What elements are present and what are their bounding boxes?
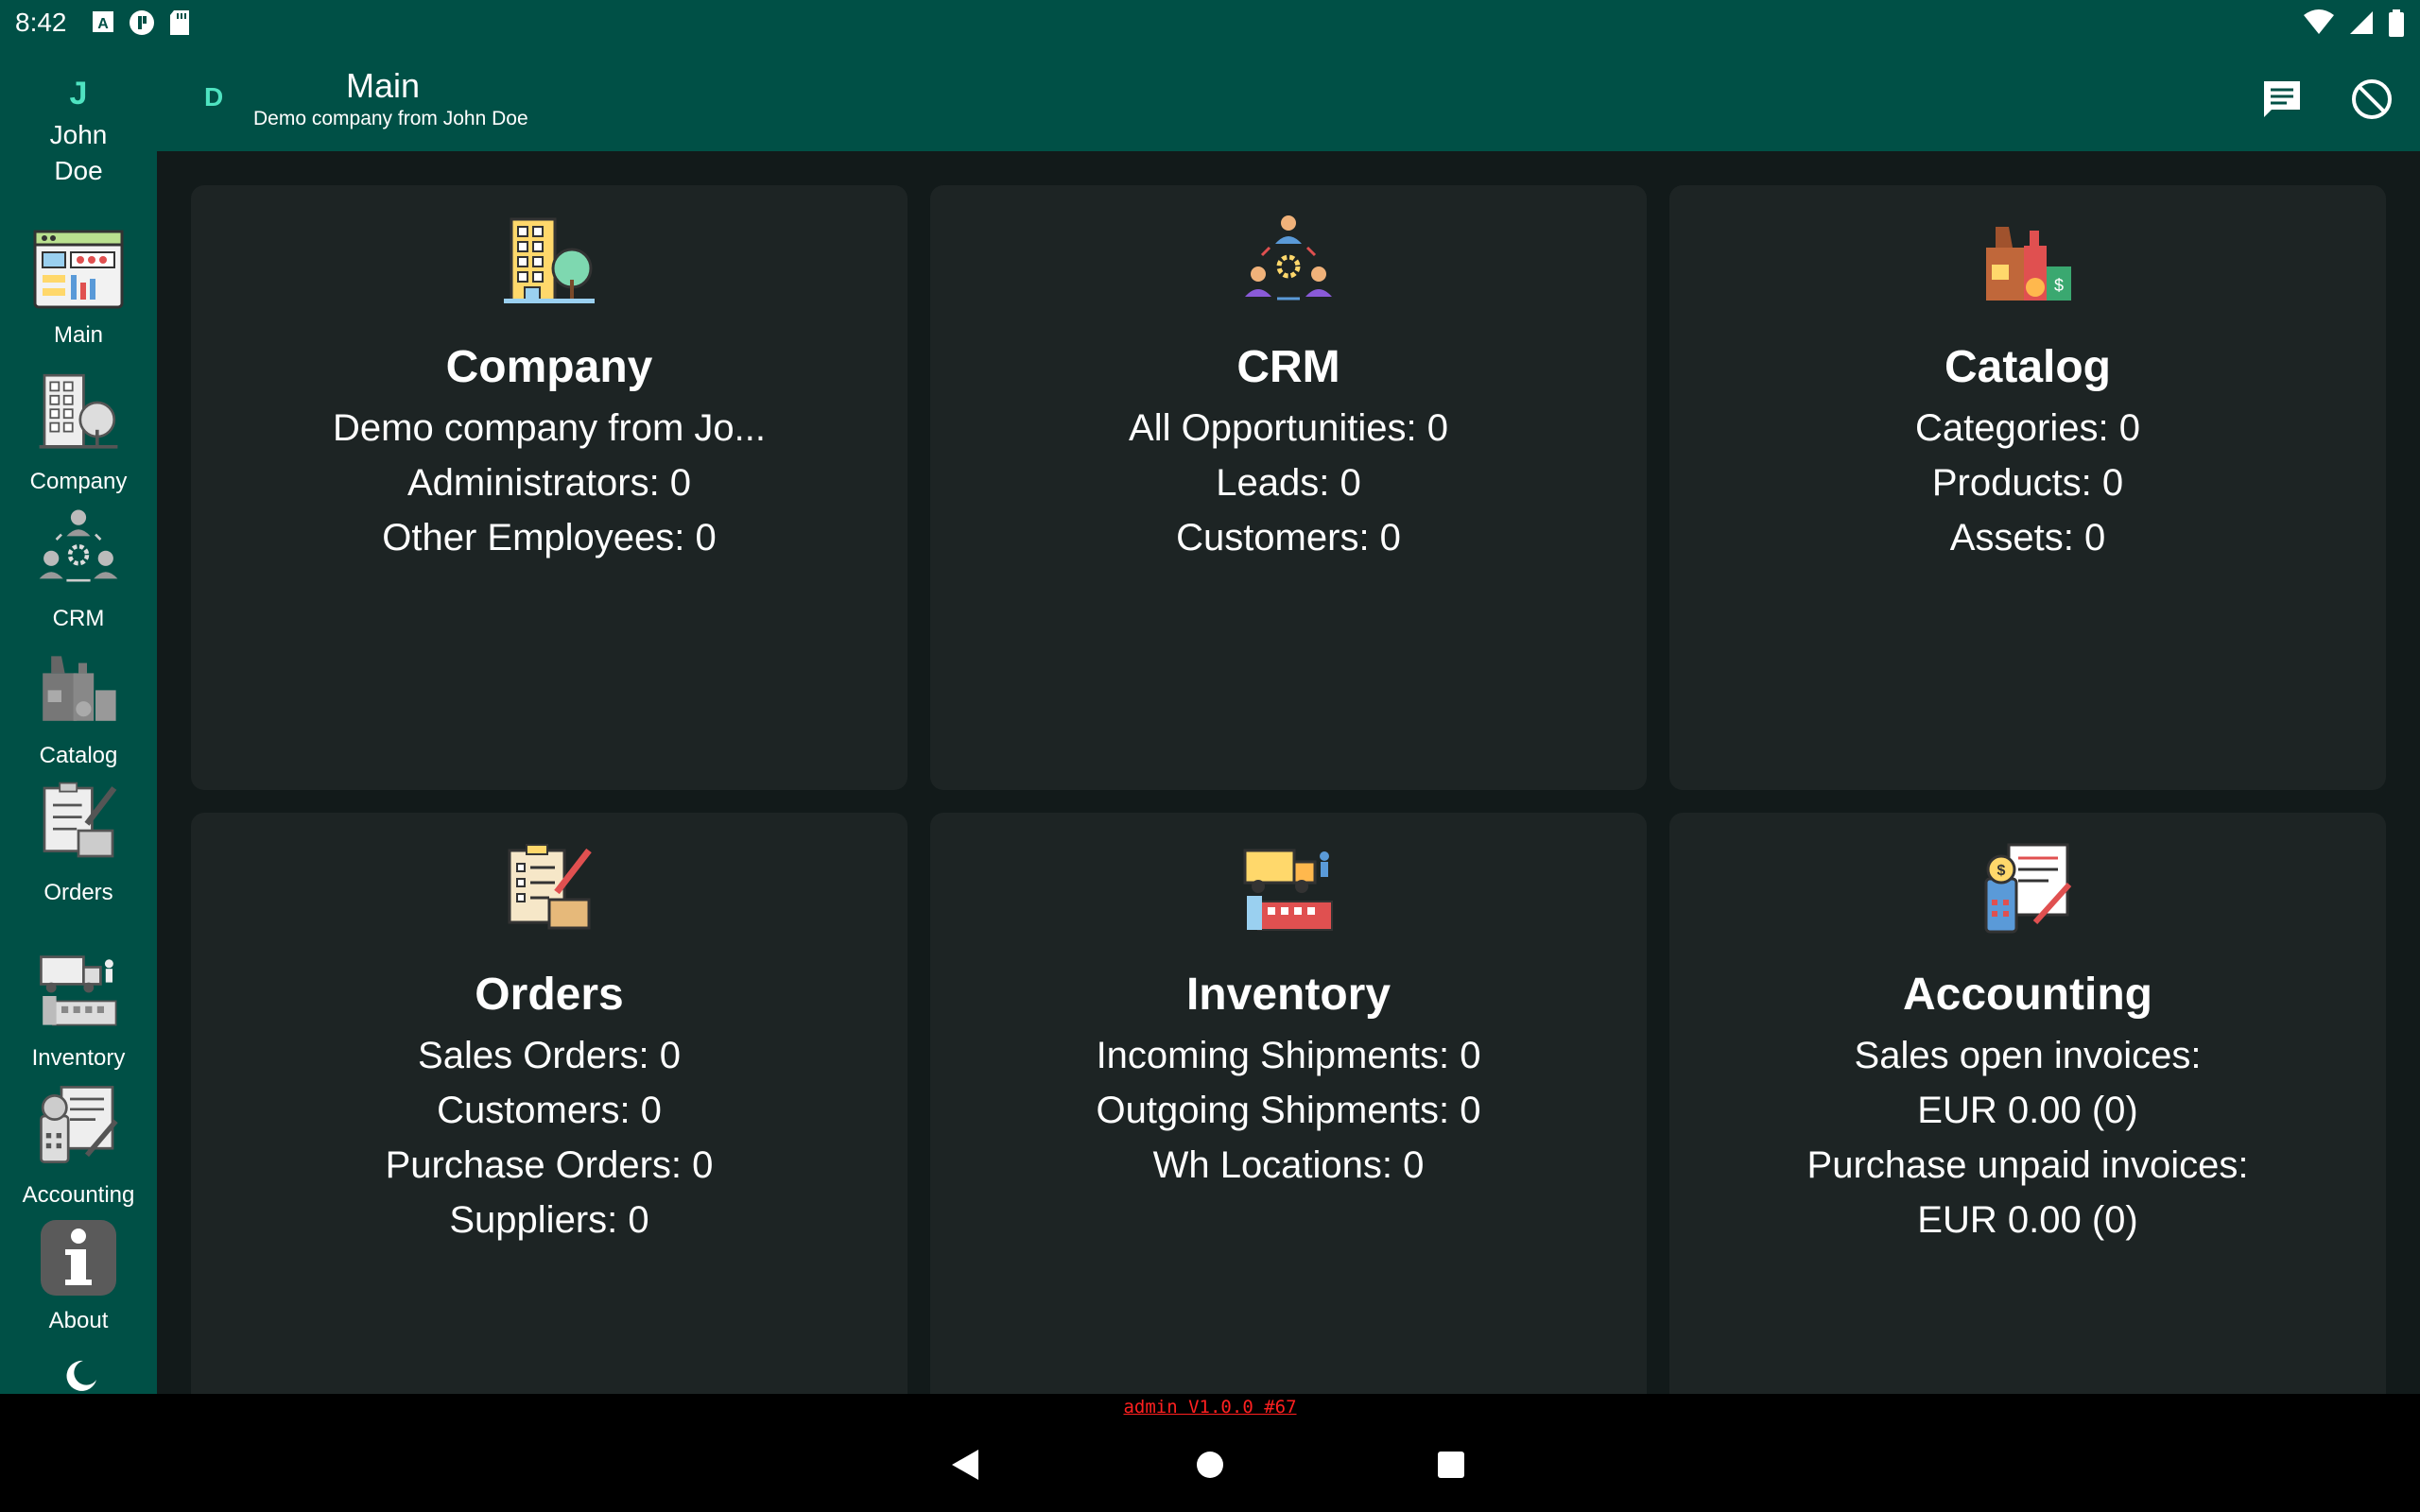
purchase-unpaid-invoices-value: EUR 0.00 (0)	[1917, 1199, 2138, 1241]
sidebar-item-main[interactable]: Main	[0, 222, 157, 349]
orders-icon	[31, 780, 126, 874]
sidebar-item-label: Accounting	[22, 1182, 135, 1208]
sidebar-item-label: Catalog	[39, 743, 118, 768]
user-initial: J	[69, 76, 88, 112]
catalog-icon	[31, 643, 126, 737]
crm-icon	[1241, 214, 1336, 308]
customers-count: Customers: 0	[1176, 517, 1401, 558]
sidebar-item-label: About	[48, 1308, 109, 1333]
sidebar-item-crm[interactable]: CRM	[0, 506, 157, 632]
card-company[interactable]: Company Demo company from Jo... Administ…	[191, 185, 908, 790]
employees-count: Other Employees: 0	[382, 517, 717, 558]
card-title: Orders	[475, 970, 624, 1020]
assets-count: Assets: 0	[1949, 517, 2106, 558]
wifi-icon	[2303, 9, 2335, 43]
purchase-orders-count: Purchase Orders: 0	[385, 1144, 714, 1186]
sales-orders-count: Sales Orders: 0	[418, 1035, 681, 1076]
company-name-line: Demo company from Jo...	[333, 407, 766, 449]
sales-open-invoices-label: Sales open invoices:	[1854, 1035, 2202, 1076]
recents-icon[interactable]	[1437, 1451, 1465, 1479]
building-icon	[502, 214, 596, 308]
sidebar: J John Doe Main Company CRM Catalog Orde…	[0, 47, 157, 1394]
status-bar: 8:42 A	[0, 0, 2420, 47]
sidebar-item-label: Company	[29, 469, 128, 494]
crm-icon	[31, 506, 126, 600]
battery-icon	[2388, 9, 2405, 43]
inventory-icon	[1241, 841, 1336, 936]
incoming-shipments-count: Incoming Shipments: 0	[1096, 1035, 1481, 1076]
administrators-count: Administrators: 0	[406, 462, 692, 504]
sidebar-item-orders[interactable]: Orders	[0, 780, 157, 906]
user-profile[interactable]: J John Doe	[0, 76, 157, 186]
sidebar-item-label: CRM	[52, 606, 105, 631]
building-icon	[31, 369, 126, 463]
sidebar-item-accounting[interactable]: Accounting	[0, 1082, 157, 1209]
sidebar-item-label: Orders	[43, 880, 113, 905]
card-catalog[interactable]: $ Catalog Categories: 0 Products: 0 Asse…	[1669, 185, 2386, 790]
suppliers-count: Suppliers: 0	[449, 1199, 649, 1241]
dashboard-grid: Company Demo company from Jo... Administ…	[157, 151, 2420, 1394]
info-icon	[40, 1219, 117, 1297]
company-initial[interactable]: D	[204, 82, 223, 112]
sidebar-item-inventory[interactable]: Inventory	[0, 945, 157, 1072]
wh-locations-count: Wh Locations: 0	[1152, 1144, 1425, 1186]
dashboard-icon	[31, 222, 126, 317]
page-title: Main	[346, 66, 421, 105]
notification-p-icon	[129, 9, 155, 41]
sd-card-icon	[168, 9, 191, 41]
card-orders[interactable]: Orders Sales Orders: 0 Customers: 0 Purc…	[191, 813, 908, 1394]
orders-icon	[502, 841, 596, 936]
outgoing-shipments-count: Outgoing Shipments: 0	[1096, 1090, 1481, 1131]
sidebar-item-company[interactable]: Company	[0, 369, 157, 495]
card-inventory[interactable]: Inventory Incoming Shipments: 0 Outgoing…	[930, 813, 1647, 1394]
svg-text:A: A	[97, 16, 109, 32]
card-accounting[interactable]: $ Accounting Sales open invoices: EUR 0.…	[1669, 813, 2386, 1394]
user-name-last: Doe	[54, 156, 103, 185]
logout-icon[interactable]	[2350, 77, 2394, 121]
home-icon[interactable]	[1196, 1451, 1224, 1479]
sidebar-item-catalog[interactable]: Catalog	[0, 643, 157, 769]
accounting-icon: $	[1980, 841, 2075, 936]
categories-count: Categories: 0	[1915, 407, 2140, 449]
svg-text:$: $	[2054, 276, 2064, 295]
signal-icon	[2348, 9, 2375, 43]
svg-text:$: $	[1997, 863, 2006, 879]
user-name-first: John	[49, 120, 108, 149]
card-title: Company	[445, 342, 653, 392]
purchase-unpaid-invoices-label: Purchase unpaid invoices:	[1806, 1144, 2249, 1186]
customers-count: Customers: 0	[437, 1090, 662, 1131]
sales-open-invoices-value: EUR 0.00 (0)	[1917, 1090, 2138, 1131]
sidebar-item-label: Inventory	[31, 1045, 126, 1071]
catalog-icon: $	[1980, 214, 2075, 308]
leads-count: Leads: 0	[1216, 462, 1361, 504]
chat-icon[interactable]	[2260, 77, 2304, 121]
status-time: 8:42	[15, 8, 67, 37]
accounting-icon	[31, 1082, 126, 1177]
back-icon[interactable]	[950, 1448, 980, 1482]
page-subtitle: Demo company from John Doe	[253, 108, 528, 129]
sidebar-item-label: Main	[53, 322, 104, 348]
inventory-icon	[31, 945, 126, 1040]
card-title: Accounting	[1903, 970, 2152, 1020]
card-crm[interactable]: CRM All Opportunities: 0 Leads: 0 Custom…	[930, 185, 1647, 790]
notification-a-icon: A	[91, 9, 115, 41]
card-title: Inventory	[1185, 970, 1392, 1020]
card-title: CRM	[1236, 342, 1340, 392]
sidebar-item-about[interactable]: About	[0, 1219, 157, 1334]
card-title: Catalog	[1944, 342, 2111, 392]
opportunities-count: All Opportunities: 0	[1129, 407, 1448, 449]
app-bar: D Main Demo company from John Doe	[157, 47, 2420, 151]
version-link[interactable]: admin V1.0.0 #67	[0, 1397, 2420, 1418]
products-count: Products: 0	[1931, 462, 2124, 504]
moon-icon[interactable]	[59, 1359, 98, 1393]
